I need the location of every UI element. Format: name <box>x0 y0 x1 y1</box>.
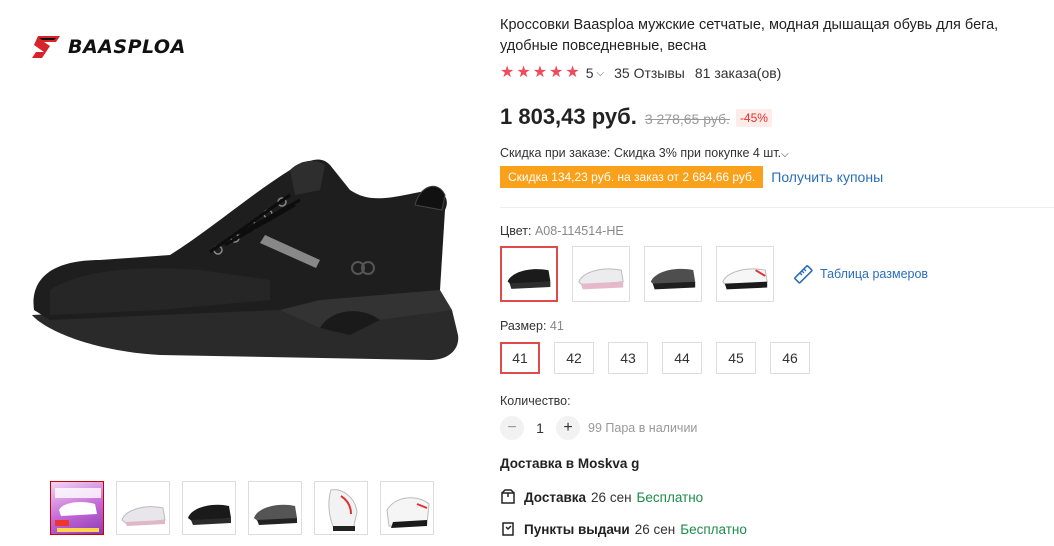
thumbnail-3[interactable] <box>182 481 236 535</box>
star-icon: ★ <box>500 64 515 81</box>
brand-logo-mark-icon <box>32 36 60 58</box>
thumbnail-5[interactable] <box>314 481 368 535</box>
color-label-text: Цвет: <box>500 224 532 238</box>
order-discount-text: Скидка при заказе: Скидка 3% при покупке… <box>500 146 782 160</box>
shoe-swatch-icon <box>578 268 624 290</box>
thumbnail-4[interactable] <box>248 481 302 535</box>
color-label: Цвет: A08-114514-HE <box>500 224 624 238</box>
current-price: 1 803,43 руб. <box>500 104 637 129</box>
thumbnail-strip <box>50 481 434 535</box>
color-option-black[interactable] <box>500 246 558 302</box>
old-price: 3 278,65 руб. <box>644 111 730 127</box>
size-option-46[interactable]: 46 <box>770 342 810 374</box>
delivery-price: Бесплатно <box>636 489 704 505</box>
price-row: 1 803,43 руб. 3 278,65 руб. -45% <box>500 104 772 130</box>
shoe-swatch-icon <box>722 268 768 290</box>
delivery-option-pickup: Пункты выдачи 26 сен Бесплатно <box>500 521 747 537</box>
size-option-43[interactable]: 43 <box>608 342 648 374</box>
box-icon <box>501 489 515 504</box>
shoe-swatch-icon <box>507 269 551 289</box>
coupon-row: Скидка 134,23 руб. на заказ от 2 684,66 … <box>500 166 883 188</box>
quantity-stepper: − 1 + 99 Пара в наличии <box>500 416 697 440</box>
coupon-badge: Скидка 134,23 руб. на заказ от 2 684,66 … <box>500 166 764 188</box>
size-label: Размер: 41 <box>500 319 564 333</box>
star-icon: ★ <box>549 64 564 81</box>
orders-count: 81 заказа(ов) <box>694 65 782 81</box>
size-label-text: Размер: <box>500 319 547 333</box>
thumbnail-2[interactable] <box>116 481 170 535</box>
discount-badge: -45% <box>735 109 772 127</box>
divider <box>500 207 1054 208</box>
pickup-point-icon <box>502 522 514 536</box>
order-discount[interactable]: Скидка при заказе: Скидка 3% при покупке… <box>500 146 789 160</box>
brand-logo: BAASPLOA <box>30 33 186 61</box>
rating-stars: ★ ★ ★ ★ ★ <box>500 65 580 81</box>
color-option-white-red[interactable] <box>716 246 774 302</box>
delivery-date: 26 сен <box>634 521 676 537</box>
rating-value[interactable]: 5 <box>586 65 594 81</box>
delivery-price: Бесплатно <box>680 521 747 537</box>
delivery-date: 26 сен <box>591 489 632 505</box>
quantity-label: Количество: <box>500 394 571 408</box>
delivery-label: Доставка <box>524 489 587 505</box>
quantity-decrease-button[interactable]: − <box>500 416 524 440</box>
rating-row: ★ ★ ★ ★ ★ 5 ⌵ 35 Отзывы 81 заказа(ов) <box>500 65 782 82</box>
delivery-title[interactable]: Доставка в Moskva g <box>500 456 639 471</box>
star-icon: ★ <box>516 64 531 81</box>
shoe-thumbnail-icon <box>121 506 166 526</box>
star-icon: ★ <box>565 64 580 81</box>
product-title: Кроссовки Baasploa мужские сетчатые, мод… <box>500 17 999 54</box>
size-option-44[interactable]: 44 <box>662 342 702 374</box>
shoe-thumbnail-icon <box>55 488 101 532</box>
shoe-thumbnail-icon <box>188 504 231 525</box>
shoe-thumbnail-icon <box>254 504 297 525</box>
ruler-icon <box>794 265 813 284</box>
size-value: 41 <box>549 319 564 333</box>
size-option-42[interactable]: 42 <box>554 342 594 374</box>
thumbnail-6[interactable] <box>380 481 434 535</box>
star-icon: ★ <box>532 64 548 81</box>
color-option-grey[interactable] <box>644 246 702 302</box>
size-options: 41 42 43 44 45 46 <box>500 342 810 374</box>
shoe-swatch-icon <box>650 268 696 290</box>
shoe-thumbnail-icon <box>328 489 358 531</box>
size-chart-link[interactable]: Таблица размеров <box>792 263 928 285</box>
chevron-down-icon[interactable]: ⌵ <box>781 149 789 160</box>
chevron-down-icon[interactable]: ⌵ <box>597 68 605 79</box>
color-value: A08-114514-HE <box>534 224 624 238</box>
product-main-image[interactable] <box>20 150 470 380</box>
reviews-link[interactable]: 35 Отзывы <box>614 65 685 81</box>
color-options: Таблица размеров <box>500 246 928 302</box>
stock-info: 99 Пара в наличии <box>588 421 698 435</box>
size-chart-label: Таблица размеров <box>820 267 929 281</box>
size-option-41[interactable]: 41 <box>500 342 540 374</box>
delivery-option-courier: Доставка 26 сен Бесплатно <box>500 489 703 505</box>
delivery-label: Пункты выдачи <box>524 521 630 537</box>
get-coupons-link[interactable]: Получить купоны <box>771 169 883 185</box>
thumbnail-1[interactable] <box>50 481 104 535</box>
quantity-increase-button[interactable]: + <box>556 416 580 440</box>
size-option-45[interactable]: 45 <box>716 342 756 374</box>
color-option-white-pink[interactable] <box>572 246 630 302</box>
brand-logo-text: BAASPLOA <box>68 36 186 58</box>
quantity-value[interactable]: 1 <box>524 420 556 436</box>
shoe-thumbnail-icon <box>386 497 430 528</box>
